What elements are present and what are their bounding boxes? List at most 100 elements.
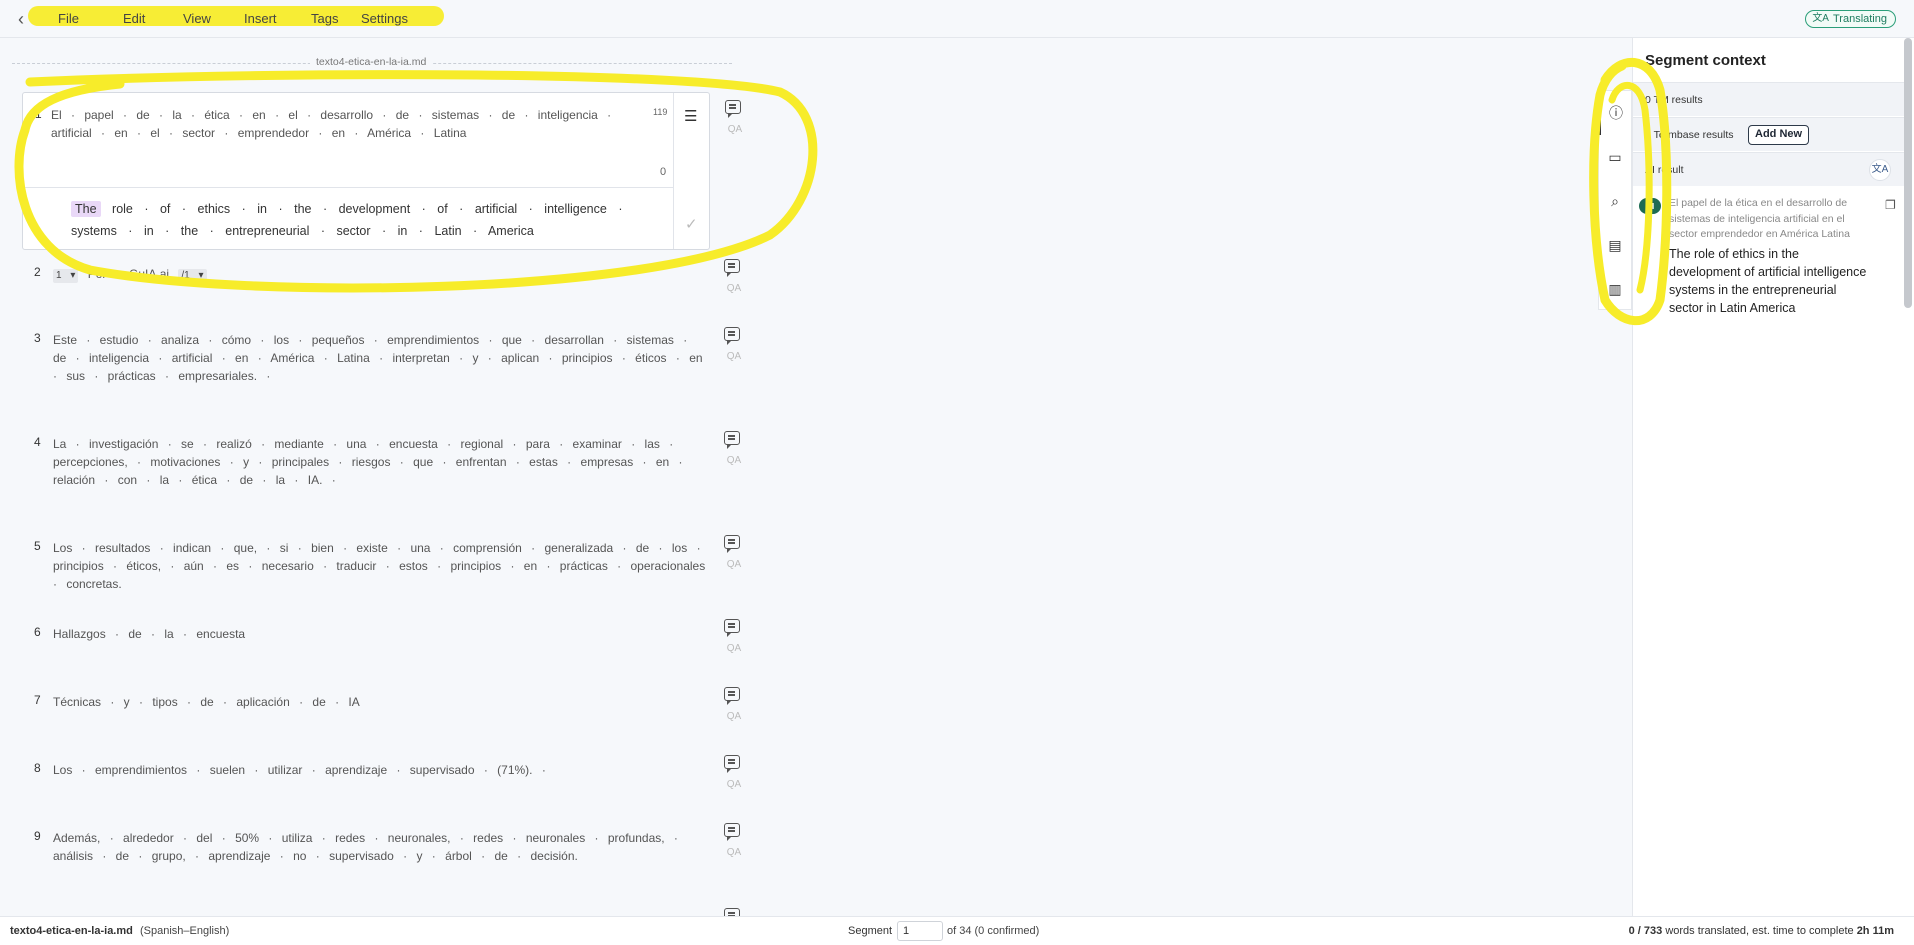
- qa-label[interactable]: QA: [724, 455, 744, 466]
- comment-icon[interactable]: [724, 687, 740, 705]
- map-icon[interactable]: ▥: [1599, 267, 1631, 311]
- termbase-results-row[interactable]: 0 Termbase results Add New: [1633, 117, 1905, 151]
- tag-chip[interactable]: 1 ▾: [53, 269, 79, 283]
- tag-chip[interactable]: /1 ▾: [178, 269, 207, 283]
- ai-source-text: El papel de la ética en el desarrollo de…: [1669, 197, 1850, 240]
- segment-actions: QA: [724, 535, 744, 570]
- segment-1-actions: QA: [725, 100, 745, 135]
- footer-file-name: texto4-etica-en-la-ia.md: [10, 925, 133, 937]
- qa-label[interactable]: QA: [725, 124, 745, 135]
- active-segment-card[interactable]: 1 El · papel · de · la · ética · en · el…: [22, 92, 710, 250]
- panel-scrollbar[interactable]: [1904, 38, 1912, 308]
- comment-icon[interactable]: [724, 823, 740, 841]
- target-first-word: The: [71, 201, 101, 217]
- segment-source: La · investigación · se · realizó · medi…: [53, 437, 683, 487]
- segment-number: 3: [34, 331, 41, 345]
- segment-number: 6: [34, 625, 41, 639]
- segment-number: 7: [34, 693, 41, 707]
- list-format-icon[interactable]: ☰: [684, 107, 697, 125]
- comment-icon[interactable]: [724, 259, 740, 277]
- ai-target-text[interactable]: The role of ethics in the development of…: [1669, 245, 1869, 317]
- footer-language-pair: (Spanish–English): [140, 925, 230, 937]
- segment-number: 1: [35, 107, 42, 121]
- termbase-results-label: 0 Termbase results: [1645, 129, 1734, 141]
- menu-insert[interactable]: Insert: [244, 11, 311, 26]
- eta: 2h 11m: [1856, 925, 1894, 937]
- comment-icon[interactable]: [724, 755, 740, 773]
- book-icon[interactable]: ▭: [1599, 135, 1631, 179]
- file-name-header: texto4-etica-en-la-ia.md: [310, 56, 433, 68]
- words-count: 0 / 733: [1628, 925, 1663, 937]
- qa-label[interactable]: QA: [724, 779, 744, 790]
- target-editor[interactable]: The role · of · ethics · in · the · deve…: [23, 189, 673, 249]
- ai-result-row[interactable]: AI result 文A: [1633, 152, 1905, 186]
- segment-context-panel: Segment context 0 TM results 0 Termbase …: [1632, 38, 1914, 916]
- segment-actions: QA: [724, 619, 744, 654]
- comment-icon[interactable]: [724, 619, 740, 637]
- segment-actions: QA: [724, 755, 744, 790]
- copy-icon[interactable]: ❐: [1885, 198, 1896, 212]
- segment-source: Los · resultados · indican · que, · si ·…: [53, 541, 706, 591]
- comment-icon[interactable]: [724, 327, 740, 345]
- segment-actions: QA: [724, 431, 744, 466]
- segment-number: 5: [34, 539, 41, 553]
- menu-settings[interactable]: Settings: [361, 11, 408, 26]
- translating-status-badge: 文A Translating: [1805, 10, 1896, 28]
- qa-label[interactable]: QA: [724, 351, 744, 362]
- menu-edit[interactable]: Edit: [123, 11, 183, 26]
- confirm-check-icon[interactable]: ✓: [685, 215, 698, 233]
- word-progress: 0 / 733 words translated, est. time to c…: [1629, 925, 1894, 937]
- target-text: role · of · ethics · in · the · developm…: [71, 202, 623, 238]
- qa-label[interactable]: QA: [724, 283, 744, 294]
- context-icon-rail: ⓘ ▭ ⌕ ▤ ▥: [1598, 90, 1632, 310]
- segment-actions: QA: [724, 687, 744, 722]
- segment-source: Hallazgos · de · la · encuesta: [53, 627, 246, 641]
- add-new-button[interactable]: Add New: [1748, 125, 1810, 145]
- segment-number-input[interactable]: 1: [897, 921, 943, 941]
- status-label: Translating: [1832, 13, 1887, 25]
- ai-translate-icon[interactable]: 文A: [1869, 159, 1891, 181]
- words-label: words translated, est. time to complete: [1662, 925, 1857, 937]
- menu-view[interactable]: View: [183, 11, 244, 26]
- qa-label[interactable]: QA: [724, 711, 744, 722]
- segment-total: of 34 (0 confirmed): [947, 925, 1040, 937]
- segment-number: 8: [34, 761, 41, 775]
- qa-label[interactable]: QA: [724, 643, 744, 654]
- comment-icon[interactable]: [725, 100, 741, 118]
- segment-actions: QA: [724, 259, 744, 294]
- status-bar: texto4-etica-en-la-ia.md (Spanish–Englis…: [0, 916, 1914, 945]
- qa-label[interactable]: QA: [724, 847, 744, 858]
- segment-source: Técnicas · y · tipos · de · aplicación ·…: [53, 695, 360, 709]
- tm-results-row[interactable]: 0 TM results: [1633, 82, 1905, 116]
- segment-actions: QA: [724, 823, 744, 858]
- ai-result-label: AI result: [1645, 164, 1684, 176]
- translate-icon: 文A: [1812, 13, 1829, 24]
- segment-source: Este · estudio · analiza · cómo · los · …: [53, 333, 703, 383]
- segment-tools: ☰ ✓: [673, 93, 710, 249]
- ai-badge: AI: [1639, 198, 1661, 214]
- panel-title: Segment context: [1645, 52, 1766, 69]
- source-pane: 1 El · papel · de · la · ética · en · el…: [23, 93, 673, 188]
- source-text: El · papel · de · la · ética · en · el ·…: [51, 108, 612, 140]
- segment-text: 1 ▾ Por · GuIA.ai /1 ▾: [53, 265, 708, 283]
- segment-number: 4: [34, 435, 41, 449]
- info-icon[interactable]: ⓘ: [1599, 91, 1631, 135]
- top-bar: ‹ File Edit View Insert Tags Settings 文A…: [0, 0, 1914, 38]
- search-icon[interactable]: ⌕: [1599, 179, 1631, 223]
- segment-source: Los · emprendimientos · suelen · utiliza…: [53, 763, 546, 777]
- segment-number: 9: [34, 829, 41, 843]
- zero-count: 0: [660, 166, 667, 178]
- back-arrow-icon[interactable]: ‹: [10, 8, 32, 30]
- menu-file[interactable]: File: [58, 11, 123, 26]
- segment-source: Además, · alrededor · del · 50% · utiliz…: [53, 831, 678, 863]
- char-count: 119: [653, 107, 668, 117]
- comment-icon[interactable]: [724, 431, 740, 449]
- comment-icon[interactable]: [724, 535, 740, 553]
- segment-number: 2: [34, 265, 41, 279]
- qa-label[interactable]: QA: [724, 559, 744, 570]
- tm-results-label: 0 TM results: [1645, 94, 1703, 106]
- segment-actions: QA: [724, 327, 744, 362]
- segment-label: Segment: [848, 925, 893, 937]
- menu-tags[interactable]: Tags: [311, 11, 361, 26]
- document-icon[interactable]: ▤: [1599, 223, 1631, 267]
